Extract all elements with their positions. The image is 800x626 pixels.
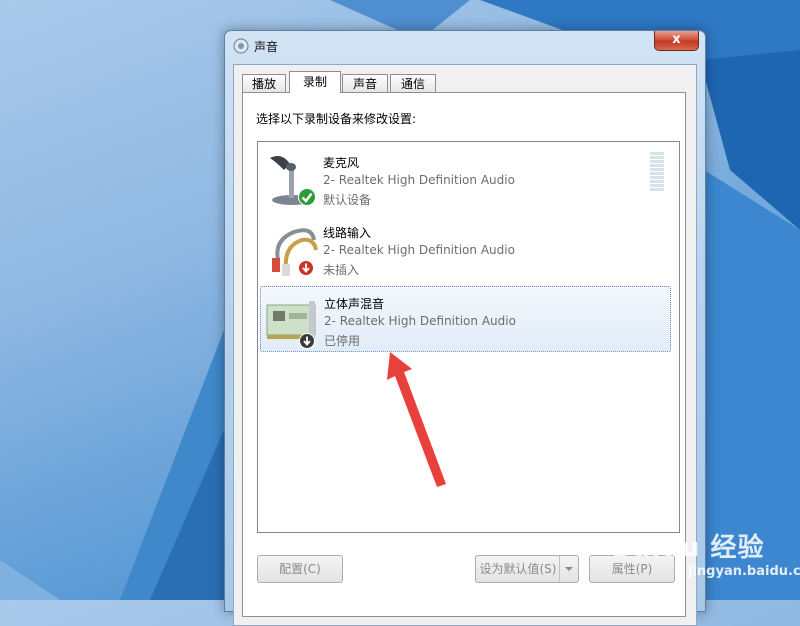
device-driver: 2- Realtek High Definition Audio: [323, 173, 515, 187]
default-check-icon: [298, 188, 316, 206]
device-driver: 2- Realtek High Definition Audio: [323, 243, 515, 257]
watermark-url: jingyan.baidu.com: [688, 564, 800, 579]
instruction-text: 选择以下录制设备来修改设置:: [256, 112, 417, 126]
unplugged-icon: [298, 260, 314, 276]
chevron-down-icon[interactable]: [559, 556, 578, 582]
window-title: 声音: [254, 40, 279, 54]
tab-label: 播放: [251, 77, 276, 91]
tab-playback[interactable]: 播放: [242, 74, 286, 92]
set-default-button[interactable]: 设为默认值(S): [475, 555, 579, 583]
set-default-label: 设为默认值(S): [479, 562, 557, 576]
device-status: 默认设备: [323, 193, 372, 207]
close-icon: x: [672, 32, 681, 47]
sound-dialog: 声音 x 播放 录制 声音 通信 选择以下录制设备来修改设置: 麦克风 2- R…: [224, 30, 706, 626]
title-bar[interactable]: 声音 x: [225, 31, 705, 59]
speaker-icon: [233, 38, 249, 54]
device-list[interactable]: 麦克风 2- Realtek High Definition Audio 默认设…: [257, 141, 680, 533]
disabled-icon: [299, 333, 315, 349]
device-status: 已停用: [324, 334, 361, 348]
close-button[interactable]: x: [654, 31, 699, 51]
tab-label: 录制: [302, 75, 327, 89]
tab-label: 通信: [400, 77, 425, 91]
level-meter: [650, 152, 664, 194]
device-name: 立体声混音: [324, 297, 385, 311]
device-status: 未插入: [323, 263, 360, 277]
tab-communications[interactable]: 通信: [390, 74, 436, 92]
device-name: 线路输入: [323, 226, 372, 240]
tab-recording[interactable]: 录制: [289, 71, 341, 93]
device-name: 麦克风: [323, 156, 360, 170]
device-item-line-in[interactable]: 线路输入 2- Realtek High Definition Audio 未插…: [260, 216, 671, 282]
baidu-watermark: Baidu 经验 jingyan.baidu.com: [612, 527, 800, 587]
tab-label: 声音: [352, 77, 377, 91]
configure-button[interactable]: 配置(C): [257, 555, 343, 583]
device-item-stereo-mix[interactable]: 立体声混音 2- Realtek High Definition Audio 已…: [260, 286, 671, 352]
device-driver: 2- Realtek High Definition Audio: [324, 314, 516, 328]
device-item-microphone[interactable]: 麦克风 2- Realtek High Definition Audio 默认设…: [260, 146, 671, 212]
watermark-logo-text: Baidu 经验: [612, 533, 765, 563]
tab-sounds[interactable]: 声音: [342, 74, 388, 92]
